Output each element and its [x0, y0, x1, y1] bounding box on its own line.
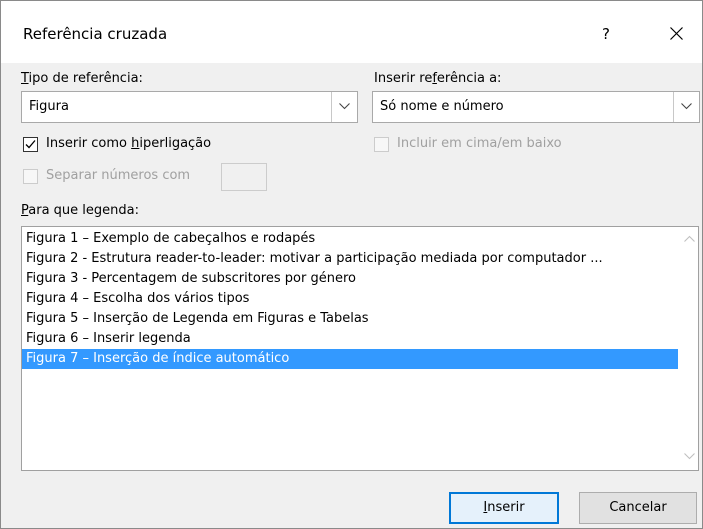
insert-button[interactable]: Inserir	[449, 492, 559, 524]
caption-list-item[interactable]: Figura 5 – Inserção de Legenda em Figura…	[22, 309, 678, 329]
above-below-checkbox[interactable]	[374, 137, 389, 152]
separate-numbers-checkbox[interactable]	[23, 169, 38, 184]
chevron-down-icon	[681, 103, 692, 110]
scroll-up-icon[interactable]	[684, 235, 695, 242]
scroll-down-icon[interactable]	[684, 453, 695, 460]
close-icon	[669, 27, 683, 40]
hyperlink-checkbox[interactable]	[23, 137, 38, 152]
caption-list-item[interactable]: Figura 2 - Estrutura reader-to-leader: m…	[22, 249, 678, 269]
insert-reference-select[interactable]: Só nome e número	[372, 91, 700, 123]
chevron-down-icon	[339, 103, 350, 110]
close-button[interactable]	[661, 21, 691, 47]
hyperlink-checkbox-label[interactable]: Inserir como hiperligação	[46, 136, 211, 152]
cross-reference-dialog: Referência cruzada ? Tipo de referência:…	[0, 0, 703, 529]
above-below-checkbox-label: Incluir em cima/em baixo	[397, 136, 562, 151]
dialog-title: Referência cruzada	[23, 25, 168, 43]
caption-list-label: Para que legenda:	[21, 203, 139, 218]
reference-type-select[interactable]: Figura	[21, 91, 358, 123]
title-bar: Referência cruzada ?	[1, 1, 702, 63]
reference-type-label: Tipo de referência:	[21, 71, 143, 86]
caption-listbox[interactable]: Figura 1 – Exemplo de cabeçalhos e rodap…	[21, 226, 699, 471]
separator-input[interactable]	[221, 163, 267, 191]
cancel-button[interactable]: Cancelar	[579, 492, 697, 524]
insert-reference-label: Inserir referência a:	[374, 71, 502, 86]
caption-list-item[interactable]: Figura 4 – Escolha dos vários tipos	[22, 289, 678, 309]
vertical-scrollbar[interactable]	[681, 227, 698, 470]
insert-reference-dropdown-button[interactable]	[673, 92, 699, 122]
checkmark-icon	[25, 140, 36, 149]
caption-list-item[interactable]: Figura 7 – Inserção de índice automático	[22, 349, 678, 369]
reference-type-value: Figura	[29, 99, 69, 114]
reference-type-dropdown-button[interactable]	[331, 92, 357, 122]
caption-list-item[interactable]: Figura 3 - Percentagem de subscritores p…	[22, 269, 678, 289]
caption-list-item[interactable]: Figura 6 – Inserir legenda	[22, 329, 678, 349]
insert-reference-value: Só nome e número	[380, 99, 504, 114]
separate-numbers-label: Separar números com	[46, 168, 191, 183]
help-button[interactable]: ?	[591, 21, 621, 47]
caption-items: Figura 1 – Exemplo de cabeçalhos e rodap…	[22, 229, 678, 369]
caption-list-item[interactable]: Figura 1 – Exemplo de cabeçalhos e rodap…	[22, 229, 678, 249]
